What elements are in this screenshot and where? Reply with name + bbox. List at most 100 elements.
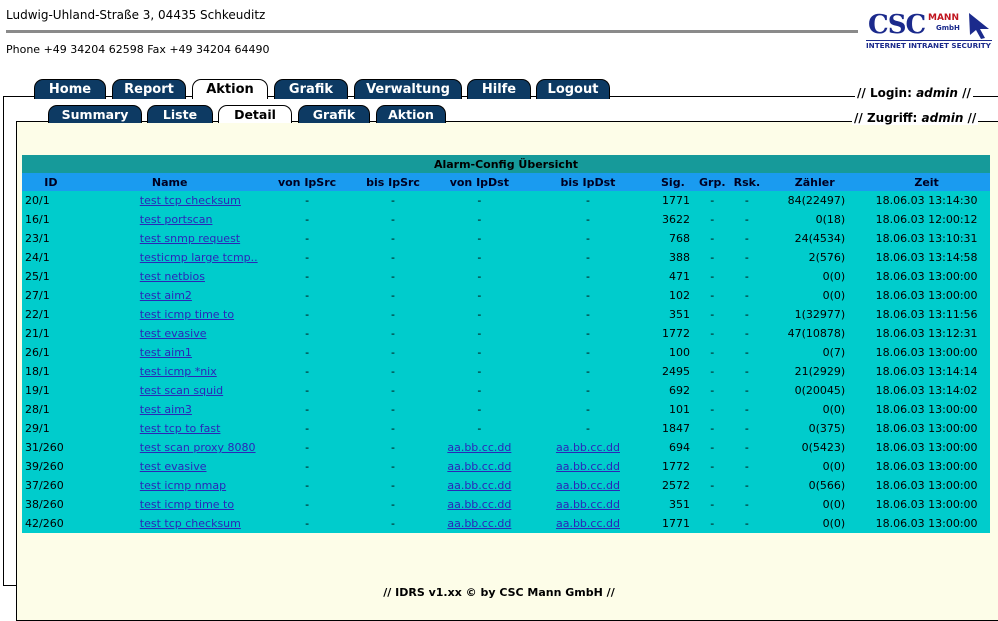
grp-cell: - — [697, 305, 728, 324]
bis-ipsrc-cell: - — [354, 362, 432, 381]
alarm-name-link[interactable]: test scan squid — [140, 384, 223, 397]
alarm-name-cell: test tcp checksum — [79, 514, 260, 533]
ip-link[interactable]: aa.bb.cc.dd — [447, 517, 511, 530]
ip-link[interactable]: aa.bb.cc.dd — [556, 479, 620, 492]
von-ipsrc-cell: - — [259, 419, 355, 438]
alarm-name-link[interactable]: test icmp time to — [140, 498, 234, 511]
alarm-name-link[interactable]: test scan proxy 8080 — [140, 441, 256, 454]
alarm-name-link[interactable]: test evasive — [140, 327, 207, 340]
zaehler-cell: 0(0) — [766, 495, 864, 514]
bis-ipsrc-cell: - — [354, 419, 432, 438]
alarm-name-link[interactable]: test aim2 — [140, 289, 192, 302]
alarm-name-link[interactable]: test aim1 — [140, 346, 192, 359]
subtab-liste[interactable]: Liste — [147, 105, 213, 123]
column-header: von IpSrc — [259, 173, 355, 191]
zaehler-cell: 0(0) — [766, 514, 864, 533]
zugriff-suffix: // — [963, 111, 977, 125]
column-header: Rsk. — [727, 173, 767, 191]
rsk-cell: - — [727, 191, 767, 210]
bis-ipsrc-cell: - — [354, 248, 432, 267]
alarm-name-cell: test icmp nmap — [79, 476, 260, 495]
column-header: Zeit — [863, 173, 990, 191]
subtab-aktion[interactable]: Aktion — [376, 105, 446, 123]
grp-cell: - — [697, 248, 728, 267]
sig-cell: 1847 — [648, 419, 697, 438]
table-row: 39/260 test evasive - - aa.bb.cc.dd aa.bb.cc.… — [22, 457, 990, 476]
alarm-name-link[interactable]: testicmp large tcmp.. — [140, 251, 258, 264]
von-ipdst-cell: - — [431, 343, 528, 362]
alarm-name-link[interactable]: test tcp checksum — [140, 194, 241, 207]
phone: Phone +49 34204 62598 Fax +49 34204 6449… — [6, 43, 270, 56]
tab-report[interactable]: Report — [112, 79, 186, 99]
alarm-name-link[interactable]: test icmp nmap — [140, 479, 226, 492]
alarm-name-link[interactable]: test tcp to fast — [140, 422, 221, 435]
subtab-grafik[interactable]: Grafik — [298, 105, 370, 123]
ip-link[interactable]: aa.bb.cc.dd — [556, 441, 620, 454]
alarm-name-cell: test evasive — [79, 324, 260, 343]
id-cell: 21/1 — [22, 324, 80, 343]
von-ipsrc-cell: - — [259, 191, 355, 210]
tab-logout[interactable]: Logout — [536, 79, 610, 99]
ip-link[interactable]: aa.bb.cc.dd — [447, 441, 511, 454]
ip-link[interactable]: aa.bb.cc.dd — [556, 498, 620, 511]
zeit-cell: 18.06.03 13:14:02 — [863, 381, 990, 400]
sig-cell: 1772 — [648, 324, 697, 343]
tab-aktion[interactable]: Aktion — [192, 79, 268, 99]
id-cell: 16/1 — [22, 210, 80, 229]
id-cell: 31/260 — [22, 438, 80, 457]
alarm-name-cell: test aim1 — [79, 343, 260, 362]
alarm-name-link[interactable]: test evasive — [140, 460, 207, 473]
grp-cell: - — [697, 362, 728, 381]
bis-ipdst-cell: - — [527, 210, 649, 229]
table-row: 31/260 test scan proxy 8080- - aa.bb.cc.dd a… — [22, 438, 990, 457]
alarm-name-link[interactable]: test aim3 — [140, 403, 192, 416]
sig-cell: 471 — [648, 267, 697, 286]
alarm-name-cell: test icmp *nix — [79, 362, 260, 381]
alarm-name-link[interactable]: test tcp checksum — [140, 517, 241, 530]
grp-cell: - — [697, 514, 728, 533]
ip-link[interactable]: aa.bb.cc.dd — [556, 460, 620, 473]
zaehler-cell: 0(375) — [766, 419, 864, 438]
sig-cell: 692 — [648, 381, 697, 400]
alarm-name-link[interactable]: test portscan — [140, 213, 213, 226]
rsk-cell: - — [727, 305, 767, 324]
alarm-name-link[interactable]: test snmp request — [140, 232, 240, 245]
alarm-name-cell: test snmp request — [79, 229, 260, 248]
tab-hilfe[interactable]: Hilfe — [467, 79, 531, 99]
sig-cell: 388 — [648, 248, 697, 267]
alarm-name-link[interactable]: test netbios — [140, 270, 205, 283]
id-cell: 22/1 — [22, 305, 80, 324]
rsk-cell: - — [727, 267, 767, 286]
id-cell: 27/1 — [22, 286, 80, 305]
tab-verwaltung[interactable]: Verwaltung — [354, 79, 462, 99]
von-ipsrc-cell: - — [259, 495, 355, 514]
bis-ipsrc-cell: - — [354, 210, 432, 229]
bis-ipsrc-cell: - — [354, 343, 432, 362]
rsk-cell: - — [727, 476, 767, 495]
subtab-summary[interactable]: Summary — [48, 105, 142, 123]
ip-link[interactable]: aa.bb.cc.dd — [447, 460, 511, 473]
alarm-name-cell: test aim2 — [79, 286, 260, 305]
zaehler-cell: 84(22497) — [766, 191, 864, 210]
zeit-cell: 18.06.03 13:00:00 — [863, 457, 990, 476]
table-row: 21/1 test evasive - - - -1772- -47(10878) 18.06… — [22, 324, 990, 343]
ip-link[interactable]: aa.bb.cc.dd — [447, 479, 511, 492]
subtab-detail[interactable]: Detail — [218, 105, 292, 123]
ip-cell: aa.bb.cc.dd — [431, 514, 528, 533]
login-prefix: // Login: — [857, 86, 917, 100]
ip-link[interactable]: aa.bb.cc.dd — [556, 517, 620, 530]
ip-cell: aa.bb.cc.dd — [527, 476, 649, 495]
tab-home[interactable]: Home — [34, 79, 106, 99]
grp-cell: - — [697, 286, 728, 305]
rsk-cell: - — [727, 210, 767, 229]
alarm-name-link[interactable]: test icmp time to — [140, 308, 234, 321]
tab-grafik[interactable]: Grafik — [274, 79, 348, 99]
bis-ipdst-cell: - — [527, 381, 649, 400]
zeit-cell: 18.06.03 13:12:31 — [863, 324, 990, 343]
grp-cell: - — [697, 400, 728, 419]
zaehler-cell: 0(0) — [766, 457, 864, 476]
zeit-cell: 18.06.03 13:00:00 — [863, 267, 990, 286]
von-ipsrc-cell: - — [259, 457, 355, 476]
ip-link[interactable]: aa.bb.cc.dd — [447, 498, 511, 511]
alarm-name-link[interactable]: test icmp *nix — [140, 365, 217, 378]
